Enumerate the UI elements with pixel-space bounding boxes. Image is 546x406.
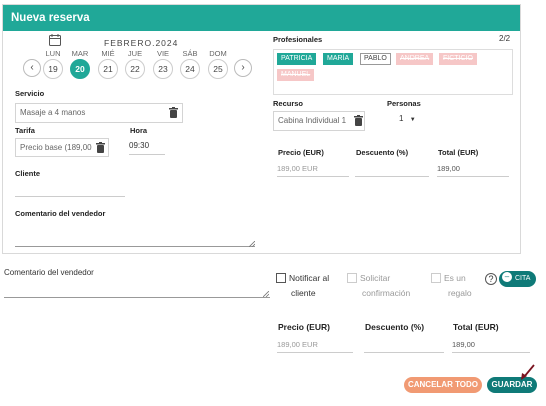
chip-ficticio[interactable]: FICTICIO — [439, 53, 477, 65]
personas-label: Personas — [387, 99, 421, 108]
comentario-label: Comentario del vendedor — [15, 209, 106, 218]
notificar-checkbox[interactable] — [276, 273, 286, 283]
recurso-label: Recurso — [273, 99, 304, 108]
personas-value: 1 — [399, 114, 404, 123]
cita-label: CITA — [515, 275, 531, 282]
help-icon[interactable]: ? — [485, 273, 497, 285]
hora-input[interactable]: 09:30 — [129, 141, 165, 155]
hora-label: Hora — [130, 126, 148, 135]
comentario-textarea[interactable] — [15, 221, 255, 247]
trash-icon[interactable] — [169, 107, 178, 118]
next-week-button[interactable]: › — [234, 59, 252, 77]
day-label: LUN — [45, 49, 61, 58]
month-label: FEBRERO.2024 — [104, 38, 179, 48]
personas-select[interactable]: 1 ▼ — [399, 114, 421, 123]
trash-icon[interactable] — [354, 115, 363, 126]
cita-button[interactable]: – CITA — [499, 271, 537, 287]
day-button-selected[interactable]: 20 — [70, 59, 90, 79]
caret-down-icon: ▼ — [409, 117, 416, 123]
day-label: SÁB — [182, 49, 198, 58]
lower-total-label: Total (EUR) — [453, 322, 499, 332]
servicio-value: Masaje a 4 manos — [20, 108, 86, 117]
card-header-title: Nueva reserva — [3, 5, 520, 31]
day-button[interactable]: 21 — [98, 59, 118, 79]
lower-precio-label: Precio (EUR) — [278, 322, 330, 332]
day-label: MAR — [71, 49, 89, 58]
lower-total-input[interactable]: 189,00 — [452, 337, 530, 353]
tarifa-value: Precio base (189,00 — [20, 143, 92, 152]
solicitar-checkbox[interactable] — [347, 273, 357, 283]
cliente-input[interactable] — [15, 187, 125, 197]
precio-input: 189,00 EUR — [277, 161, 349, 177]
notificar-label-2: cliente — [291, 288, 316, 298]
profesionales-page: 2/2 — [499, 34, 511, 43]
day-button[interactable]: 22 — [125, 59, 145, 79]
lower-comentario-textarea[interactable] — [4, 282, 270, 298]
servicio-label: Servicio — [15, 89, 45, 98]
resize-grip-icon[interactable] — [249, 241, 255, 247]
tarifa-label: Tarifa — [15, 126, 35, 135]
reservation-card: Nueva reserva FEBRERO.2024 ‹ LUN MAR MIÉ… — [2, 4, 521, 254]
day-label: DOM — [209, 49, 227, 58]
day-button[interactable]: 24 — [180, 59, 200, 79]
trash-icon[interactable] — [96, 142, 105, 153]
total-label: Total (EUR) — [438, 148, 479, 157]
descuento-label: Descuento (%) — [356, 148, 409, 157]
day-button[interactable]: 23 — [153, 59, 173, 79]
solicitar-label-1: Solicitar — [360, 273, 391, 283]
recurso-value: Cabina Individual 1 — [278, 116, 347, 125]
chip-maria[interactable]: MARÍA — [323, 53, 354, 65]
chevron-right-icon: › — [241, 62, 245, 73]
calendar-icon[interactable] — [49, 34, 61, 46]
servicio-select[interactable]: Masaje a 4 manos — [15, 103, 183, 123]
lower-descuento-input[interactable] — [364, 337, 444, 353]
precio-label: Precio (EUR) — [278, 148, 324, 157]
lower-comentario-label: Comentario del vendedor — [4, 268, 94, 277]
day-label: VIE — [156, 49, 170, 58]
regalo-checkbox[interactable] — [431, 273, 441, 283]
plus-icon: – — [502, 272, 512, 283]
prev-week-button[interactable]: ‹ — [23, 59, 41, 77]
resize-grip-icon[interactable] — [263, 291, 269, 297]
chip-patricia[interactable]: PATRICIA — [277, 53, 317, 65]
day-label: JUE — [127, 49, 143, 58]
arrow-annotation-icon — [521, 364, 535, 380]
recurso-select[interactable]: Cabina Individual 1 — [273, 111, 365, 131]
day-button[interactable]: 19 — [43, 59, 63, 79]
regalo-label-1: Es un — [444, 273, 466, 283]
notificar-label-1: Notificar al — [289, 273, 330, 283]
lower-precio-input: 189,00 EUR — [277, 337, 353, 353]
chip-andrea[interactable]: ANDREA — [396, 53, 434, 65]
profesionales-label: Profesionales — [273, 35, 323, 44]
lower-descuento-label: Descuento (%) — [365, 322, 425, 332]
day-label: MIÉ — [101, 49, 115, 58]
chip-manuel[interactable]: MANUEL — [277, 69, 315, 81]
descuento-input[interactable] — [355, 161, 429, 177]
cliente-label: Cliente — [15, 169, 41, 178]
tarifa-select[interactable]: Precio base (189,00 — [15, 138, 109, 157]
regalo-label-2: regalo — [448, 288, 472, 298]
chevron-left-icon: ‹ — [30, 62, 34, 73]
chip-pablo[interactable]: PABLO — [360, 53, 391, 65]
cancel-all-button[interactable]: CANCELAR TODO — [404, 377, 482, 393]
day-button[interactable]: 25 — [208, 59, 228, 79]
solicitar-label-2: confirmación — [362, 288, 411, 298]
total-input[interactable]: 189,00 — [437, 161, 509, 177]
